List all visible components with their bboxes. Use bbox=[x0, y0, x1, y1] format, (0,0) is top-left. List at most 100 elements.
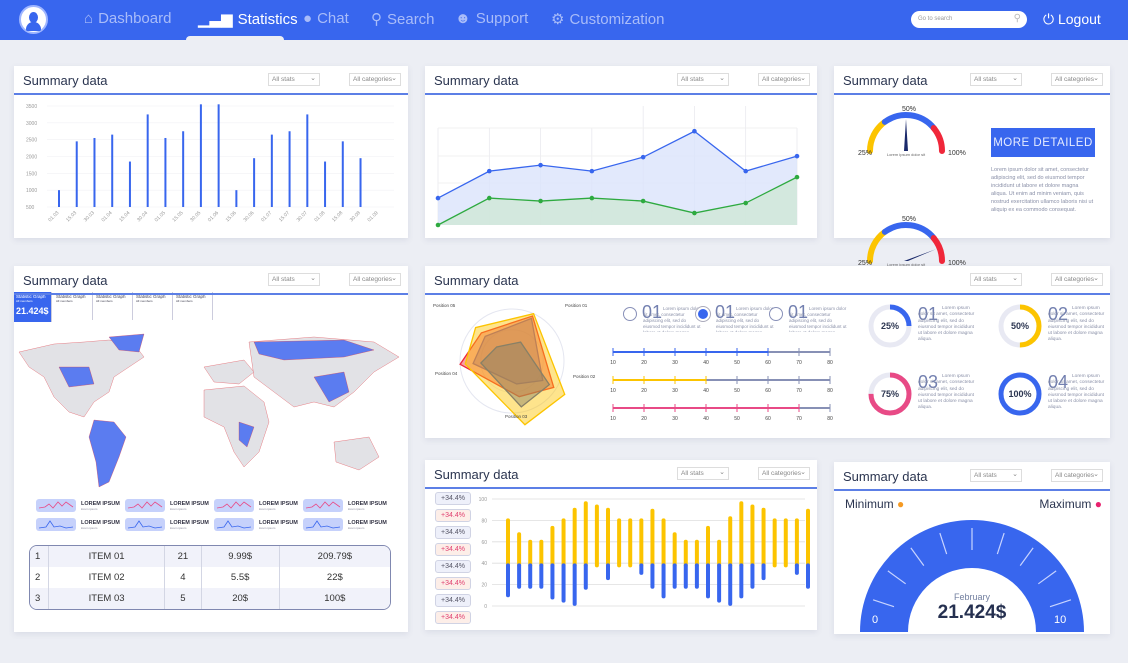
categories-select[interactable]: All categories ⌄ bbox=[1051, 469, 1103, 482]
categories-select[interactable]: All categories ⌄ bbox=[758, 73, 810, 86]
table-cell: 22$ bbox=[278, 567, 390, 588]
sparkline bbox=[127, 520, 163, 529]
gauge-label: 100% bbox=[948, 150, 966, 157]
sparkline-card[interactable] bbox=[214, 518, 254, 531]
gear-icon: ⚙ bbox=[551, 11, 565, 28]
header-divider bbox=[14, 293, 408, 295]
nav-dashboard[interactable]: ⌂ Dashboard bbox=[84, 10, 171, 27]
nav-chat[interactable]: ● Chat bbox=[303, 10, 349, 27]
gauge-arc bbox=[867, 118, 888, 154]
nav-support[interactable]: ☻ Support bbox=[455, 10, 528, 27]
table-row[interactable]: 1 ITEM 01 21 9.99$ 209.79$ bbox=[30, 546, 390, 567]
more-detailed-button[interactable]: MORE DETAILED bbox=[991, 128, 1095, 157]
categories-select[interactable]: All categories ⌄ bbox=[1051, 273, 1103, 286]
stats-select[interactable]: All stats ⌄ bbox=[677, 73, 729, 86]
categories-select[interactable]: All categories ⌄ bbox=[758, 467, 810, 480]
table-cell: 21 bbox=[164, 546, 201, 567]
map-south-america bbox=[88, 419, 127, 488]
categories-select[interactable]: All categories ⌄ bbox=[349, 273, 401, 286]
gauge-charts: 25%50%100%Lorem ipsum dolor sit25%50%100… bbox=[858, 106, 966, 267]
x-tick-label: 01.09 bbox=[367, 210, 380, 223]
statistic-graph-tab[interactable]: Statistic Graph All members bbox=[174, 292, 213, 320]
sparkline bbox=[305, 501, 341, 509]
gauge-max: 10 bbox=[1054, 614, 1067, 626]
nav-search[interactable]: ⚲ Search bbox=[371, 10, 435, 29]
stats-select[interactable]: All stats ⌄ bbox=[268, 273, 320, 286]
panel-title: Summary data bbox=[434, 273, 519, 288]
slider-tick-label: 50 bbox=[734, 416, 740, 422]
table-cell: ITEM 01 bbox=[48, 546, 165, 567]
statistic-graph-tab[interactable]: Statistic Graph All members bbox=[54, 292, 93, 320]
gauge-caption: Lorem ipsum dolor sit bbox=[887, 152, 926, 157]
x-tick-label: 30.03 bbox=[83, 210, 96, 223]
statistic-graph-tab[interactable]: Statistic Graph All members bbox=[134, 292, 173, 320]
bar bbox=[164, 137, 167, 207]
categories-select[interactable]: All categories ⌄ bbox=[1051, 73, 1103, 86]
radio-icon bbox=[623, 307, 637, 321]
radar-axis-label: Position 01 bbox=[565, 303, 588, 308]
stats-select[interactable]: All stats ⌄ bbox=[970, 273, 1022, 286]
data-point bbox=[486, 168, 492, 174]
radio-icon bbox=[696, 307, 710, 321]
chat-bubble-icon: ● bbox=[303, 10, 313, 27]
slider-tick-label: 70 bbox=[796, 360, 802, 366]
logout-button[interactable]: ⏻ Logout bbox=[1043, 11, 1101, 28]
support-icon: ☻ bbox=[455, 10, 471, 27]
table-row[interactable]: 2 ITEM 02 4 5.5$ 22$ bbox=[30, 567, 390, 588]
table-cell: 4 bbox=[164, 567, 200, 588]
gauge-arc bbox=[881, 112, 937, 132]
stats-select[interactable]: All stats ⌄ bbox=[677, 467, 729, 480]
sparkline-card[interactable] bbox=[303, 518, 343, 531]
chevron-down-icon: ⌄ bbox=[1012, 275, 1018, 282]
chevron-down-icon: ⌄ bbox=[719, 469, 725, 476]
user-avatar[interactable] bbox=[19, 5, 48, 34]
sparkline-card[interactable] bbox=[125, 518, 165, 531]
slider-tick-label: 80 bbox=[827, 360, 833, 366]
map-europe bbox=[203, 359, 255, 385]
sparkline-card[interactable] bbox=[36, 499, 76, 512]
sparkline-card[interactable] bbox=[125, 499, 165, 512]
slider-tick-label: 30 bbox=[672, 388, 678, 394]
header-divider bbox=[14, 93, 408, 95]
bar bbox=[359, 158, 362, 207]
data-point bbox=[743, 200, 749, 206]
data-point bbox=[589, 195, 595, 201]
power-icon: ⏻ bbox=[1043, 11, 1055, 27]
stats-select[interactable]: All stats ⌄ bbox=[268, 73, 320, 86]
chevron-down-icon: ⌄ bbox=[1093, 471, 1099, 478]
line-chart-panel: Summary data All stats ⌄ All categories ⌄ bbox=[425, 66, 817, 238]
y-tick-label: 80 bbox=[481, 518, 487, 524]
table-cell: 9.99$ bbox=[200, 546, 279, 567]
table-cell: ITEM 02 bbox=[48, 567, 164, 588]
sparkline-card[interactable] bbox=[214, 499, 254, 512]
slider-tick-label: 50 bbox=[734, 360, 740, 366]
radar-axis-label: Position 04 bbox=[435, 371, 458, 376]
table-cell: 1 bbox=[30, 546, 48, 567]
search-input[interactable]: Go to search ⚲ bbox=[911, 11, 1027, 28]
nav-statistics[interactable]: ▁▃▆ Statistics bbox=[198, 10, 298, 29]
slider-tick-label: 60 bbox=[765, 388, 771, 394]
y-tick-label: 3000 bbox=[26, 121, 37, 127]
table-cell: 2 bbox=[35, 572, 41, 583]
table-row[interactable]: 3 ITEM 03 5 20$ 100$ bbox=[30, 588, 390, 609]
bar bbox=[199, 104, 202, 207]
bar bbox=[58, 190, 60, 207]
data-point bbox=[486, 195, 492, 201]
stats-select[interactable]: All stats ⌄ bbox=[970, 469, 1022, 482]
sparkline-card[interactable] bbox=[303, 499, 343, 512]
statistic-graph-tab[interactable]: Statistic Graph All members 21.424$ bbox=[14, 292, 52, 322]
radar-axis-label: Position 02 bbox=[573, 374, 596, 379]
table-cell: 20$ bbox=[200, 588, 279, 609]
nav-customization[interactable]: ⚙ Customization bbox=[551, 10, 665, 29]
categories-select[interactable]: All categories ⌄ bbox=[349, 73, 401, 86]
stats-select[interactable]: All stats ⌄ bbox=[970, 73, 1022, 86]
minimum-dot-icon: ● bbox=[897, 497, 905, 511]
statistic-graph-tab[interactable]: Statistic Graph All members bbox=[94, 292, 133, 320]
slider-tick-label: 20 bbox=[641, 360, 647, 366]
bar bbox=[270, 134, 273, 207]
slider-tick-label: 20 bbox=[641, 388, 647, 394]
sparkline-card[interactable] bbox=[36, 518, 76, 531]
data-point bbox=[743, 168, 749, 174]
radar-axis-label: Position 03 bbox=[505, 414, 528, 419]
slider-tick-label: 30 bbox=[672, 416, 678, 422]
